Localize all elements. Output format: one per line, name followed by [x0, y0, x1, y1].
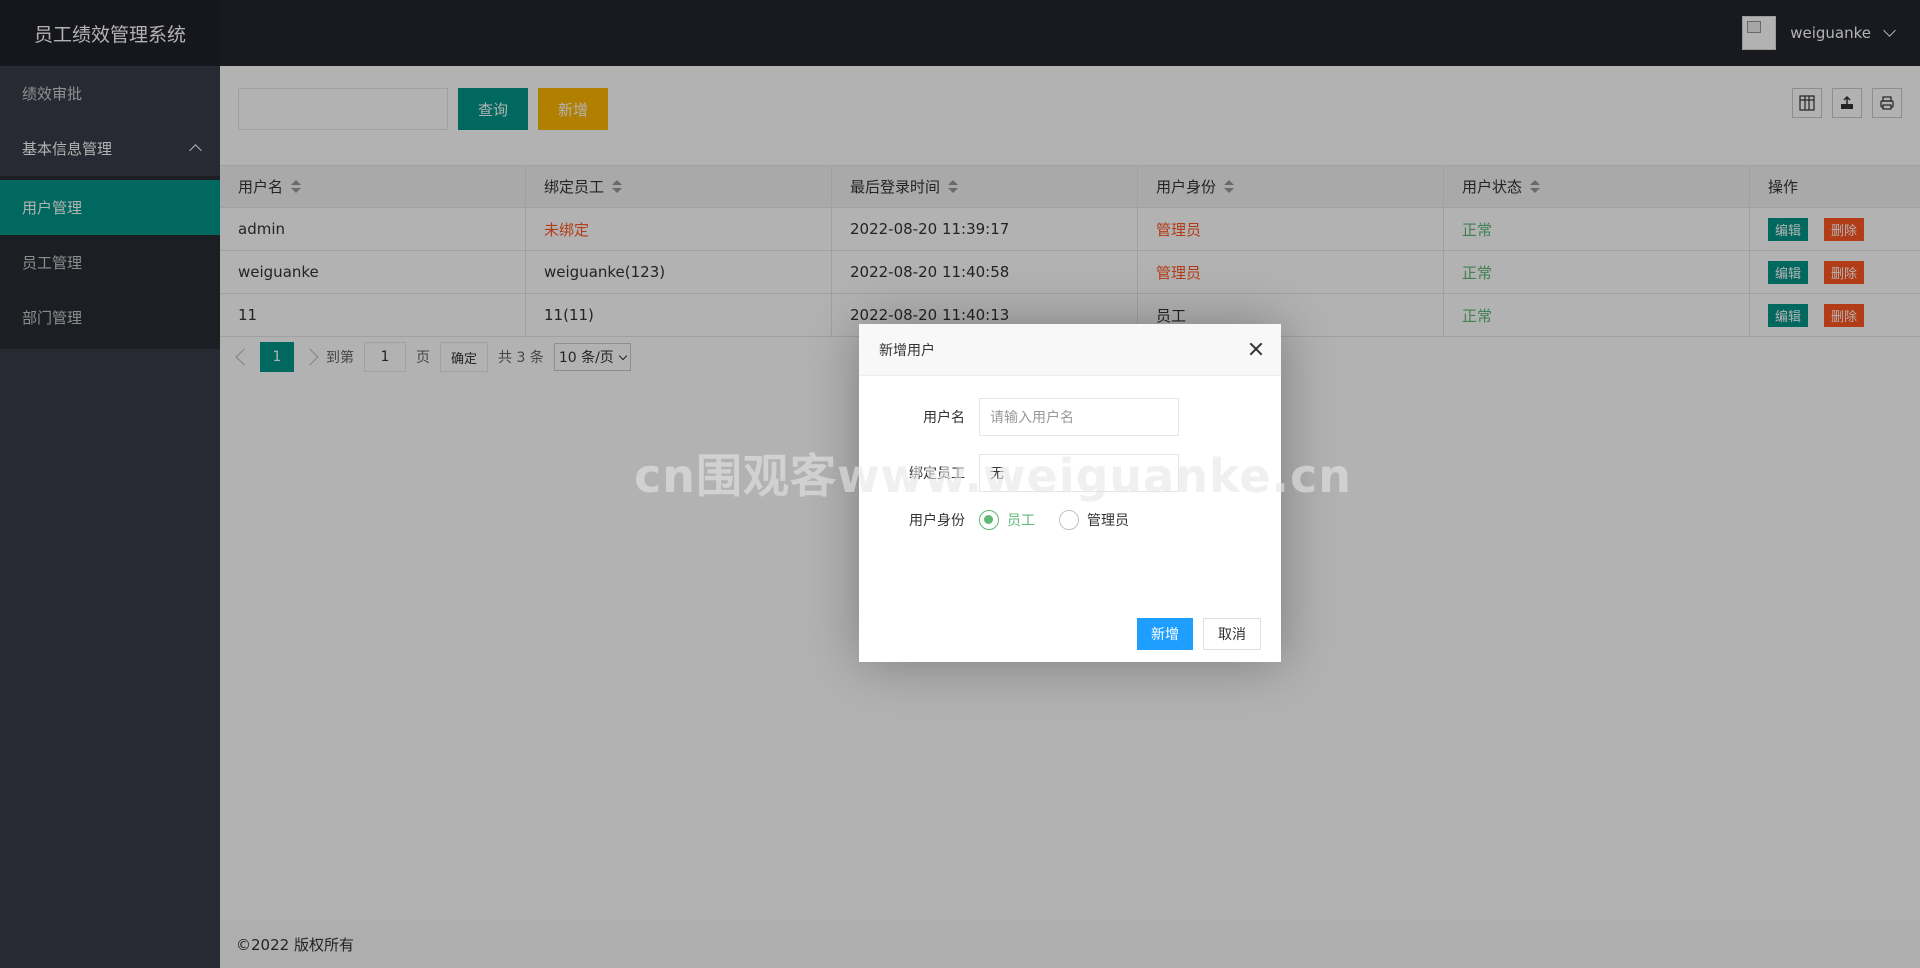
role-radio-employee[interactable]: 员工 [979, 510, 1035, 530]
cancel-button[interactable]: 取消 [1203, 618, 1261, 650]
form-row-role: 用户身份 员工 管理员 [859, 510, 1153, 530]
watermark: cn围观客www.weiguanke.cn [634, 449, 1353, 503]
radio-checked-icon [979, 510, 999, 530]
dialog-title: 新增用户 [859, 324, 1281, 376]
radio-unchecked-icon [1059, 510, 1079, 530]
role-label: 用户身份 [909, 513, 965, 529]
form-row-username: 用户名 请输入用户名 [859, 398, 1179, 436]
role-radio-admin[interactable]: 管理员 [1059, 510, 1129, 530]
dialog-buttons: 新增 取消 [1137, 618, 1261, 650]
submit-button[interactable]: 新增 [1137, 618, 1193, 650]
username-input[interactable]: 请输入用户名 [979, 398, 1179, 436]
username-label: 用户名 [923, 410, 965, 426]
close-icon[interactable] [1247, 340, 1265, 358]
